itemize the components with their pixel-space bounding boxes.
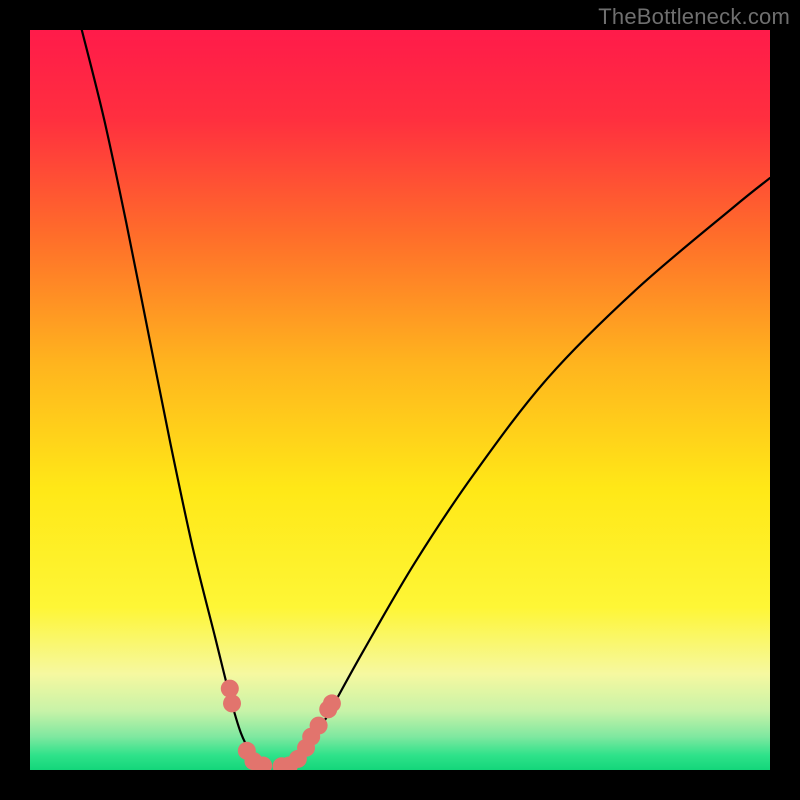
left-curve bbox=[82, 30, 263, 770]
plot-area bbox=[30, 30, 770, 770]
curves-layer bbox=[30, 30, 770, 770]
right-curve bbox=[289, 178, 770, 770]
data-marker bbox=[310, 717, 328, 735]
chart-frame: TheBottleneck.com bbox=[0, 0, 800, 800]
data-marker bbox=[323, 694, 341, 712]
watermark-text: TheBottleneck.com bbox=[598, 4, 790, 30]
data-marker bbox=[223, 694, 241, 712]
